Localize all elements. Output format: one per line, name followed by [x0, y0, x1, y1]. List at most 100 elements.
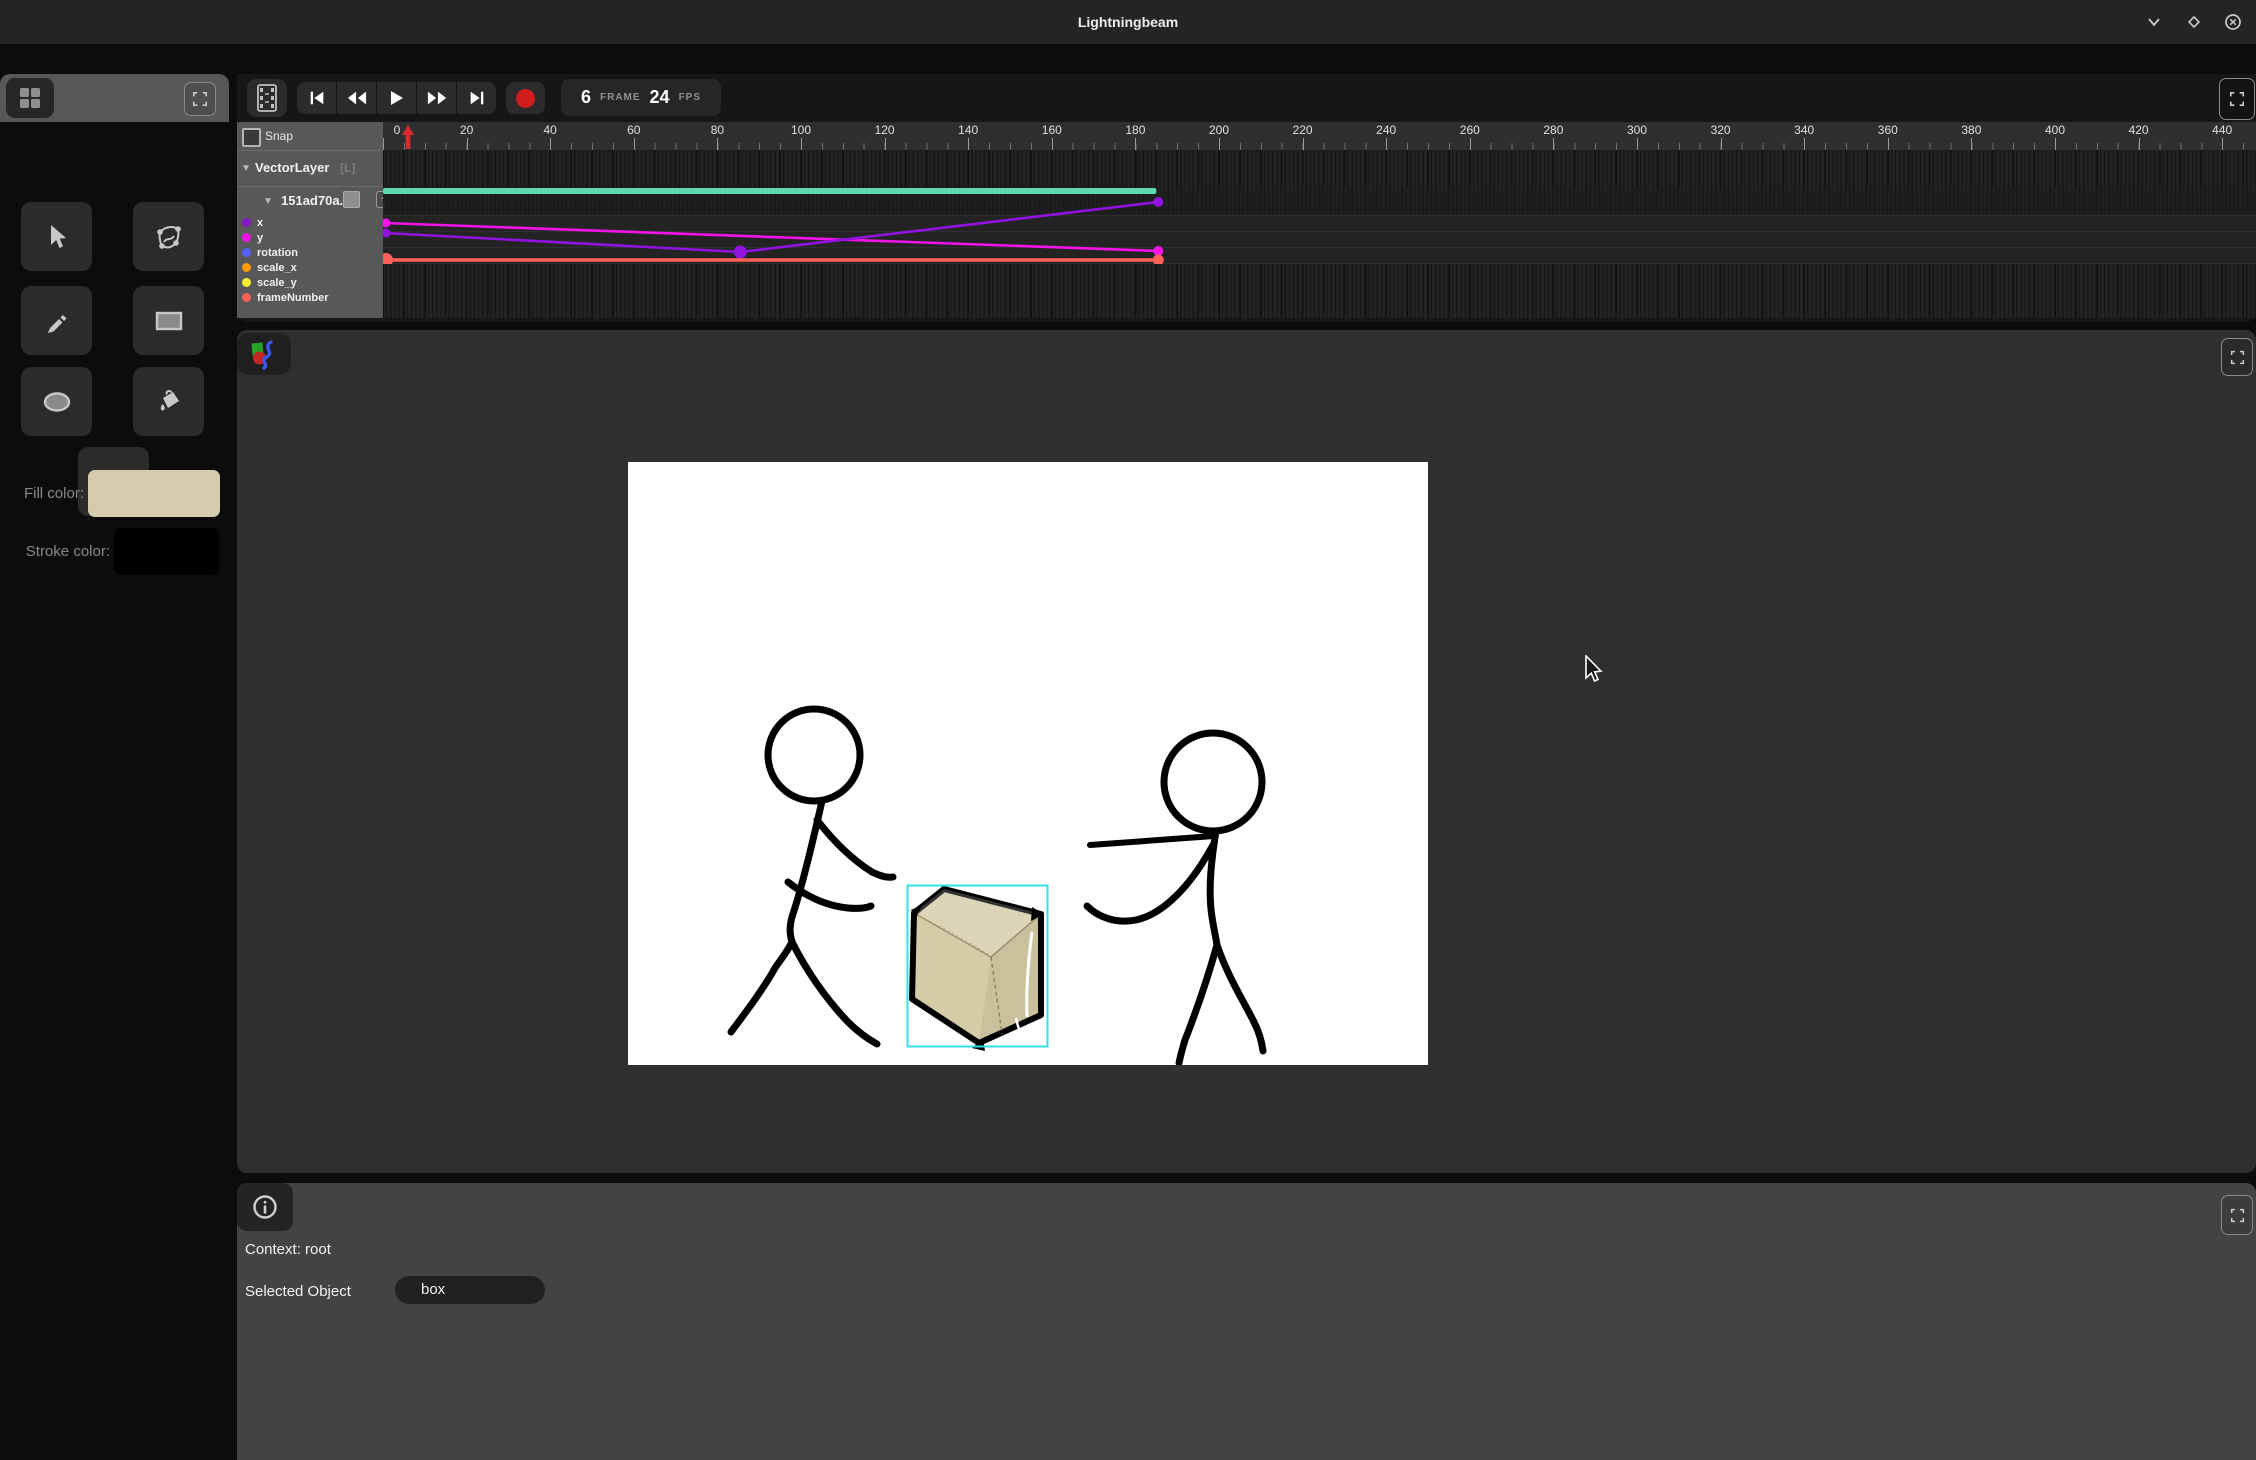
property-row-x[interactable]: x — [237, 215, 383, 230]
snap-checkbox[interactable] — [242, 128, 261, 147]
frame-label: FRAME — [600, 92, 641, 103]
property-row-frameNumber[interactable]: frameNumber — [237, 290, 383, 305]
rewind-button[interactable] — [337, 82, 377, 114]
inspector-panel: Context: root Selected Object box — [237, 1183, 2256, 1460]
tools-fullscreen-button[interactable] — [184, 82, 216, 116]
ruler-minor-ticks — [383, 143, 2256, 150]
fps-label: FPS — [679, 92, 701, 103]
grid-view-button[interactable] — [6, 78, 54, 118]
property-row-y[interactable]: y — [237, 230, 383, 245]
property-name: rotation — [257, 247, 298, 259]
maximize-icon[interactable] — [2182, 10, 2206, 34]
play-button[interactable] — [377, 82, 417, 114]
ruler-tick-label: 220 — [1283, 123, 1323, 137]
info-button[interactable] — [237, 1183, 293, 1231]
keyframe-dot-x — [383, 229, 391, 238]
pencil-tool-button[interactable] — [21, 286, 92, 355]
canvas-fullscreen-button[interactable] — [2221, 338, 2253, 376]
layer-row-vectorlayer[interactable]: ▼ VectorLayer [L] — [237, 150, 383, 187]
keyframe-dot-y — [383, 219, 391, 228]
fps-value: 24 — [650, 87, 670, 108]
ruler-major-tick — [2222, 138, 2223, 150]
frame-track-empty[interactable] — [383, 264, 2256, 318]
paint-bucket-icon — [154, 387, 184, 417]
title-bar: Lightningbeam — [0, 0, 2256, 44]
fast-forward-button[interactable] — [417, 82, 457, 114]
film-strip-icon — [257, 84, 277, 112]
property-color-dot — [242, 233, 251, 242]
ruler-tick-label: 380 — [1951, 123, 1991, 137]
collapse-triangle-icon[interactable]: ▼ — [241, 163, 251, 174]
ellipse-icon — [40, 389, 74, 415]
inspector-fullscreen-button[interactable] — [2221, 1195, 2253, 1235]
layer-swatch-button[interactable] — [343, 191, 360, 208]
select-tool-button[interactable] — [21, 202, 92, 271]
snap-label: Snap — [265, 122, 293, 150]
box-object — [911, 889, 1044, 1051]
selected-object-value[interactable]: box — [395, 1276, 545, 1304]
stage[interactable] — [628, 462, 1428, 1065]
cursor-icon — [44, 223, 70, 251]
pencil-icon — [43, 307, 71, 335]
rectangle-icon — [153, 308, 185, 334]
ruler-major-tick — [2055, 138, 2056, 150]
transform-tool-button[interactable] — [133, 202, 204, 271]
go-to-start-button[interactable] — [297, 82, 337, 114]
ruler-major-tick — [717, 138, 718, 150]
property-row-scale_y[interactable]: scale_y — [237, 275, 383, 290]
rectangle-tool-button[interactable] — [133, 286, 204, 355]
stick-figure-left — [731, 709, 893, 1044]
fill-color-swatch[interactable] — [88, 470, 220, 517]
keyframe-dot-x — [1153, 197, 1163, 207]
expand-icon — [192, 91, 208, 107]
property-name: scale_x — [257, 262, 297, 274]
property-color-dot — [242, 278, 251, 287]
transport-controls — [297, 82, 496, 114]
go-to-end-button[interactable] — [457, 82, 496, 114]
paint-bucket-tool-button[interactable] — [133, 367, 204, 436]
sublayer-name: 151ad70a... — [281, 193, 350, 208]
ruler-major-tick — [1135, 138, 1136, 150]
property-row-rotation[interactable]: rotation — [237, 245, 383, 260]
timeline-ruler[interactable]: 0204060801001201401601802002202402602803… — [383, 122, 2256, 150]
ruler-major-tick — [1303, 138, 1304, 150]
property-name: y — [257, 232, 263, 244]
ruler-major-tick — [1637, 138, 1638, 150]
ruler-major-tick — [1804, 138, 1805, 150]
frame-value: 6 — [581, 87, 591, 108]
ruler-major-tick — [885, 138, 886, 150]
ruler-major-tick — [1888, 138, 1889, 150]
animation-curves[interactable] — [383, 186, 2256, 264]
fill-color-label: Fill color: — [0, 470, 84, 517]
timeline-fullscreen-button[interactable] — [2219, 78, 2255, 120]
expand-icon — [2230, 1208, 2245, 1223]
stroke-color-label: Stroke color: — [0, 528, 110, 575]
ruler-major-tick — [1553, 138, 1554, 150]
vector-scene-icon — [248, 338, 280, 370]
layer-row-object[interactable]: ▼ 151ad70a... ~ — [237, 186, 383, 216]
collapse-triangle-icon[interactable]: ▼ — [263, 196, 273, 207]
info-icon — [251, 1193, 279, 1221]
record-button[interactable] — [506, 82, 545, 114]
stroke-color-swatch[interactable] — [114, 528, 219, 575]
ruler-tick-label: 80 — [697, 123, 737, 137]
snap-row: Snap — [237, 122, 383, 150]
layer-name: VectorLayer — [255, 160, 329, 175]
property-color-dot — [242, 248, 251, 257]
ruler-major-tick — [1971, 138, 1972, 150]
minimize-icon[interactable] — [2142, 10, 2166, 34]
close-icon[interactable] — [2221, 10, 2245, 34]
ruler-tick-label: 120 — [865, 123, 905, 137]
canvas-tab-button[interactable] — [237, 333, 291, 375]
property-name: frameNumber — [257, 292, 329, 304]
transform-icon — [154, 222, 184, 252]
property-row-scale_x[interactable]: scale_x — [237, 260, 383, 275]
film-button[interactable] — [247, 79, 287, 117]
record-icon — [516, 89, 535, 108]
canvas-panel[interactable] — [237, 330, 2256, 1173]
ruler-tick-label: 0 — [383, 123, 417, 137]
property-list: xy rotation scale_xscale_y frameNumber — [237, 215, 383, 305]
ellipse-tool-button[interactable] — [21, 367, 92, 436]
frame-track-vectorlayer[interactable] — [383, 150, 2256, 186]
ruler-tick-label: 200 — [1199, 123, 1239, 137]
